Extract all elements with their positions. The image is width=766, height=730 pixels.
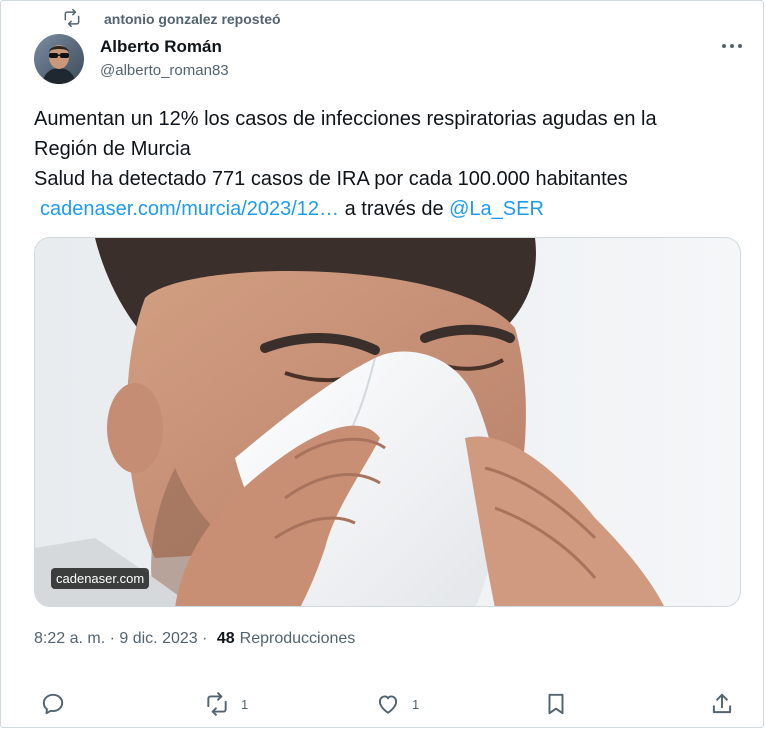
views-label: Reproducciones (239, 630, 356, 647)
tweet-text-line: Región de Murcia (34, 138, 191, 160)
meta-separator: · (105, 630, 120, 647)
repost-indicator: antonio gonzalez reposteó (62, 8, 281, 30)
views-count: 48 (216, 630, 235, 647)
tweet-date[interactable]: 9 dic. 2023 (119, 630, 197, 648)
tweet-text-line: Salud ha detectado 771 casos de IRA por … (34, 168, 628, 190)
via-text: a través de (339, 198, 450, 220)
bookmark-icon (548, 693, 564, 715)
sneezing-man-image (35, 238, 740, 606)
tweet-text-line: Aumentan un 12% los casos de infecciones… (34, 108, 657, 130)
mention-link[interactable]: @La_SER (449, 198, 544, 220)
heart-icon (378, 695, 398, 714)
more-icon (722, 44, 742, 48)
article-link[interactable]: cadenaser.com/murcia/2023/12… (40, 198, 339, 220)
avatar[interactable] (34, 34, 84, 84)
reply-button[interactable] (40, 688, 66, 720)
like-count: 1 (412, 696, 420, 712)
share-icon (712, 693, 732, 714)
repost-action-icon (207, 692, 227, 716)
meta-separator: · (197, 630, 212, 647)
repost-label[interactable]: antonio gonzalez reposteó (104, 11, 281, 27)
author-name[interactable]: Alberto Román (100, 37, 222, 57)
share-button[interactable] (709, 688, 735, 720)
reply-icon (42, 693, 64, 715)
tweet-meta: 8:22 a. m. · 9 dic. 2023 · 48 Reproducci… (34, 630, 355, 648)
media-card[interactable]: cadenaser.com (34, 237, 741, 607)
like-button[interactable]: 1 (375, 688, 419, 720)
tweet-time[interactable]: 8:22 a. m. (34, 630, 105, 648)
tweet-text: Aumentan un 12% los casos de infecciones… (34, 104, 734, 224)
repost-button[interactable]: 1 (204, 688, 248, 720)
media-source-label: cadenaser.com (51, 568, 150, 589)
repost-icon (62, 8, 82, 31)
author-handle[interactable]: @alberto_roman83 (100, 62, 229, 79)
repost-count: 1 (241, 696, 249, 712)
bookmark-button[interactable] (543, 688, 569, 720)
tweet-link-line: cadenaser.com/murcia/2023/12… a través d… (34, 194, 734, 224)
more-options-button[interactable] (718, 36, 746, 56)
